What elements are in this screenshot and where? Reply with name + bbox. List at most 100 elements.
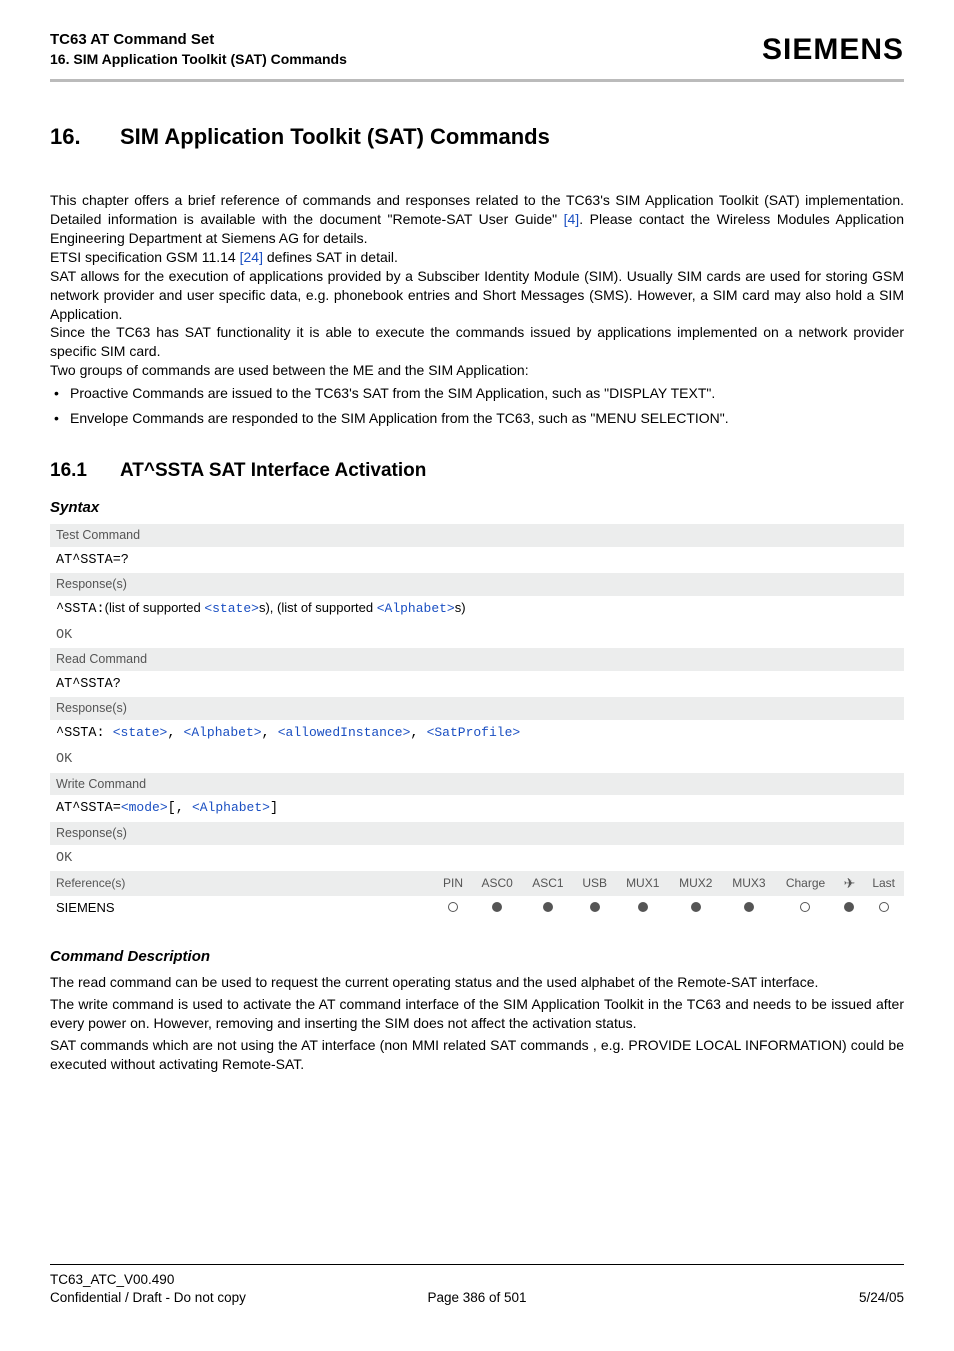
- param-alphabet-link-2[interactable]: <Alphabet>: [184, 725, 262, 740]
- write-cmd-tail: ]: [270, 801, 278, 816]
- filled-circle-icon: [744, 902, 754, 912]
- param-satprofile-link[interactable]: <SatProfile>: [427, 725, 521, 740]
- read-response-line: ^SSTA: <state>, <Alphabet>, <allowedInst…: [50, 720, 904, 746]
- read-command-label: Read Command: [50, 648, 904, 671]
- chapter-title-text: SIM Application Toolkit (SAT) Commands: [120, 124, 550, 149]
- intro-p3: SAT allows for the execution of applicat…: [50, 267, 904, 324]
- last-status: [863, 896, 904, 920]
- doc-title: TC63 AT Command Set: [50, 30, 347, 50]
- filled-circle-icon: [691, 902, 701, 912]
- arrow-status: [836, 896, 864, 920]
- param-state-link-2[interactable]: <state>: [113, 725, 168, 740]
- test-response-line: ^SSTA:(list of supported <state>s), (lis…: [50, 596, 904, 622]
- param-state-link[interactable]: <state>: [204, 601, 259, 616]
- test-resp-prefix: ^SSTA:: [56, 602, 105, 617]
- ref-4-link[interactable]: [4]: [564, 211, 580, 227]
- section-number: 16.1: [50, 458, 120, 484]
- test-command-text: AT^SSTA=?: [56, 553, 129, 568]
- open-circle-icon: [879, 902, 889, 912]
- param-alphabet-link[interactable]: <Alphabet>: [377, 601, 455, 616]
- asc0-status: [472, 896, 523, 920]
- test-resp-mid2: s), (list of supported: [259, 600, 377, 615]
- open-circle-icon: [448, 902, 458, 912]
- cmd-desc-p2: The write command is used to activate th…: [50, 995, 904, 1033]
- header-left-block: TC63 AT Command Set 16. SIM Application …: [50, 30, 347, 69]
- col-mux1: MUX1: [616, 871, 669, 896]
- mux2-status: [669, 896, 722, 920]
- filled-circle-icon: [844, 902, 854, 912]
- write-command-line: AT^SSTA=<mode>[, <Alphabet>]: [50, 795, 904, 821]
- footer-page: Page 386 of 501: [335, 1289, 620, 1307]
- intro-p1: This chapter offers a brief reference of…: [50, 191, 904, 248]
- filled-circle-icon: [590, 902, 600, 912]
- header-rule: [50, 79, 904, 82]
- ref-value-row: SIEMENS: [50, 896, 904, 920]
- write-cmd-mid: [,: [168, 801, 192, 816]
- command-description-heading: Command Description: [50, 947, 904, 967]
- col-pin: PIN: [434, 871, 471, 896]
- chapter-number: 16.: [50, 122, 120, 152]
- test-resp-tail: s): [455, 600, 466, 615]
- references-label: Reference(s): [50, 871, 434, 896]
- col-arrow: ✈: [836, 871, 864, 896]
- intro-p2: ETSI specification GSM 11.14 [24] define…: [50, 248, 904, 267]
- col-last: Last: [863, 871, 904, 896]
- syntax-table: Test Command AT^SSTA=? Response(s) ^SSTA…: [50, 524, 904, 919]
- col-asc0: ASC0: [472, 871, 523, 896]
- intro-p4: Since the TC63 has SAT functionality it …: [50, 323, 904, 361]
- test-response-label: Response(s): [50, 573, 904, 596]
- write-ok: OK: [56, 851, 72, 866]
- pin-status: [434, 896, 471, 920]
- ref-header-row: Reference(s) PIN ASC0 ASC1 USB MUX1 MUX2…: [50, 871, 904, 896]
- col-usb: USB: [573, 871, 616, 896]
- filled-circle-icon: [638, 902, 648, 912]
- param-alphabet-link-3[interactable]: <Alphabet>: [192, 800, 270, 815]
- comma2: ,: [262, 726, 278, 741]
- page-header: TC63 AT Command Set 16. SIM Application …: [50, 30, 904, 71]
- footer-rule: [50, 1264, 904, 1265]
- param-mode-link[interactable]: <mode>: [121, 800, 168, 815]
- airplane-icon: ✈: [844, 875, 856, 891]
- mux3-status: [722, 896, 775, 920]
- test-resp-mid1: (list of supported: [105, 600, 205, 615]
- comma3: ,: [410, 726, 426, 741]
- write-response-label: Response(s): [50, 822, 904, 845]
- intro-p5: Two groups of commands are used between …: [50, 361, 904, 380]
- usb-status: [573, 896, 616, 920]
- cmd-desc-p1: The read command can be used to request …: [50, 973, 904, 992]
- col-mux2: MUX2: [669, 871, 722, 896]
- read-response-label: Response(s): [50, 697, 904, 720]
- intro-bullet-2: Envelope Commands are responded to the S…: [50, 409, 904, 428]
- chapter-heading: 16.SIM Application Toolkit (SAT) Command…: [50, 122, 904, 152]
- intro-p2b: defines SAT in detail.: [263, 249, 398, 265]
- filled-circle-icon: [492, 902, 502, 912]
- footer-docid: TC63_ATC_V00.490: [50, 1271, 335, 1289]
- mux1-status: [616, 896, 669, 920]
- read-ok: OK: [56, 752, 72, 767]
- intro-block: This chapter offers a brief reference of…: [50, 191, 904, 428]
- comma1: ,: [167, 726, 183, 741]
- write-cmd-prefix: AT^SSTA=: [56, 801, 121, 816]
- col-mux3: MUX3: [722, 871, 775, 896]
- open-circle-icon: [800, 902, 810, 912]
- read-resp-prefix: ^SSTA:: [56, 726, 113, 741]
- read-command-text: AT^SSTA?: [56, 677, 121, 692]
- param-allowedinstance-link[interactable]: <allowedInstance>: [278, 725, 411, 740]
- asc1-status: [523, 896, 574, 920]
- test-ok: OK: [56, 628, 72, 643]
- footer-date: 5/24/05: [619, 1289, 904, 1307]
- footer-left: TC63_ATC_V00.490 Confidential / Draft - …: [50, 1271, 335, 1307]
- ref-24-link[interactable]: [24]: [240, 249, 263, 265]
- syntax-heading: Syntax: [50, 498, 904, 518]
- intro-p2a: ETSI specification GSM 11.14: [50, 249, 240, 265]
- references-value: SIEMENS: [50, 896, 434, 920]
- cmd-desc-p3: SAT commands which are not using the AT …: [50, 1036, 904, 1074]
- intro-bullet-1: Proactive Commands are issued to the TC6…: [50, 384, 904, 403]
- page-footer: TC63_ATC_V00.490 Confidential / Draft - …: [50, 1271, 904, 1307]
- footer-conf: Confidential / Draft - Do not copy: [50, 1289, 335, 1307]
- intro-bullets: Proactive Commands are issued to the TC6…: [50, 384, 904, 428]
- write-command-label: Write Command: [50, 773, 904, 796]
- charge-status: [775, 896, 835, 920]
- col-charge: Charge: [775, 871, 835, 896]
- command-description-block: The read command can be used to request …: [50, 973, 904, 1073]
